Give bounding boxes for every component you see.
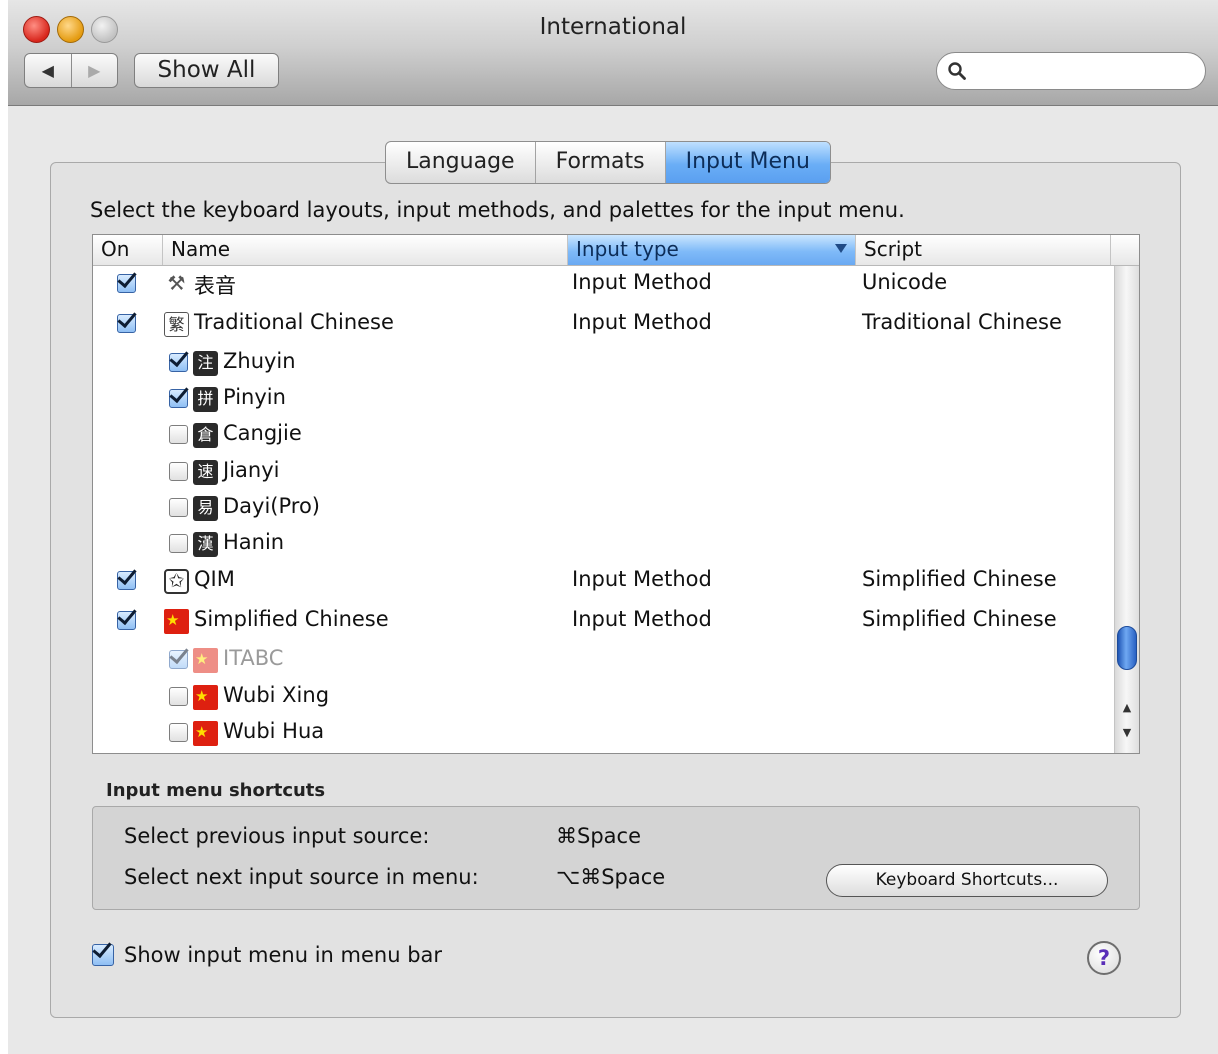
table-row[interactable]: 注 Zhuyin (93, 349, 1113, 385)
china-flag-icon: ★ (164, 609, 189, 634)
shortcuts-group-title: Input menu shortcuts (106, 780, 326, 801)
column-header-name[interactable]: Name (163, 235, 568, 265)
tab-formats[interactable]: Formats (534, 142, 665, 183)
row-name: Zhuyin (223, 349, 296, 373)
row-name: Wubi Xing (223, 683, 330, 707)
scroll-up-arrow[interactable]: ▲ (1115, 697, 1139, 719)
row-name: Simplified Chinese (194, 607, 389, 631)
pinyin-icon: 拼 (193, 387, 218, 412)
instructions-text: Select the keyboard layouts, input metho… (90, 198, 905, 222)
row-enable-checkbox[interactable] (117, 571, 136, 590)
dayi-icon: 易 (193, 496, 218, 521)
row-enable-checkbox[interactable] (117, 314, 136, 333)
row-enable-checkbox[interactable] (169, 723, 188, 742)
wubi-xing-icon: ★ (193, 685, 218, 710)
row-input-type: Input Method (572, 567, 712, 591)
search-icon (948, 62, 966, 80)
row-enable-checkbox[interactable] (169, 687, 188, 706)
row-name: Cangjie (223, 421, 302, 445)
row-script: Traditional Chinese (862, 310, 1062, 334)
previous-source-label: Select previous input source: (124, 824, 430, 848)
table-row[interactable]: 繁 Traditional Chinese Input Method Traditio… (93, 310, 1113, 346)
keyboard-shortcuts-button[interactable]: Keyboard Shortcuts... (826, 864, 1108, 897)
forward-button[interactable]: ▶ (70, 54, 118, 87)
row-script: Simplified Chinese (862, 567, 1057, 591)
table-row[interactable]: ★ ITABC (93, 646, 1113, 682)
vertical-scrollbar[interactable]: ▲ ▼ (1114, 266, 1139, 753)
table-row[interactable]: ★ Wubi Hua (93, 719, 1113, 753)
row-enable-checkbox[interactable] (169, 425, 188, 444)
row-name: QIM (194, 567, 235, 591)
back-button[interactable]: ◀ (25, 54, 71, 87)
column-header-on[interactable]: On (93, 235, 163, 265)
help-button[interactable]: ? (1087, 941, 1121, 975)
table-rows: ⚒ 表音 Input Method Unicode 繁 Traditional Chine… (93, 266, 1113, 753)
tab-language[interactable]: Language (386, 142, 535, 183)
table-row[interactable]: ★ Wubi Xing (93, 683, 1113, 719)
cangjie-icon: 倉 (193, 423, 218, 448)
row-enable-checkbox[interactable] (169, 462, 188, 481)
column-header-input-type-label: Input type (576, 237, 679, 261)
zhuyin-icon: 注 (193, 351, 218, 376)
row-input-type: Input Method (572, 310, 712, 334)
title-bar: International ◀ ▶ Show All (8, 0, 1218, 106)
table-row[interactable]: 速 Jianyi (93, 458, 1113, 494)
jianyi-icon: 速 (193, 460, 218, 485)
row-input-type: Input Method (572, 607, 712, 631)
search-field[interactable] (936, 52, 1206, 90)
row-enable-checkbox (169, 650, 188, 669)
previous-source-shortcut: ⌘Space (556, 824, 641, 848)
show-input-menu-label: Show input menu in menu bar (124, 943, 443, 967)
row-name: Pinyin (223, 385, 286, 409)
qim-icon: ✩ (164, 569, 189, 594)
table-row[interactable]: 易 Dayi(Pro) (93, 494, 1113, 530)
scrollbar-thumb[interactable] (1117, 626, 1137, 670)
row-name: ITABC (223, 646, 284, 670)
wubi-hua-icon: ★ (193, 721, 218, 746)
column-header-script[interactable]: Script (856, 235, 1111, 265)
row-enable-checkbox[interactable] (169, 498, 188, 517)
table-row[interactable]: 倉 Cangjie (93, 421, 1113, 457)
table-header: On Name Input type Script (93, 235, 1139, 266)
sort-descending-icon (835, 244, 847, 253)
row-input-type: Input Method (572, 270, 712, 294)
row-name: Wubi Hua (223, 719, 325, 743)
row-name: Jianyi (223, 458, 280, 482)
hanin-icon: 漢 (193, 532, 218, 557)
row-name: Traditional Chinese (194, 310, 394, 334)
row-script: Unicode (862, 270, 948, 294)
window-title: International (539, 14, 687, 40)
next-source-label: Select next input source in menu: (124, 865, 479, 889)
table-row[interactable]: ★ Simplified Chinese Input Method Simplifie… (93, 607, 1113, 643)
table-row[interactable]: 漢 Hanin (93, 530, 1113, 566)
scroll-down-arrow[interactable]: ▼ (1115, 722, 1139, 744)
preferences-window: International ◀ ▶ Show All Language Forma… (8, 0, 1218, 1054)
tab-input-menu[interactable]: Input Menu (664, 142, 830, 183)
row-enable-checkbox[interactable] (169, 389, 188, 408)
tab-bar: Language Formats Input Menu (385, 141, 831, 184)
search-input[interactable] (975, 59, 1194, 85)
input-sources-table: On Name Input type Script ⚒ 表音 Input Metho… (92, 234, 1140, 754)
row-name: 表音 (194, 274, 236, 298)
row-script: Simplified Chinese (862, 607, 1057, 631)
row-name: Hanin (223, 530, 285, 554)
table-row[interactable]: ✩ QIM Input Method Simplified Chinese (93, 567, 1113, 603)
table-row[interactable]: 拼 Pinyin (93, 385, 1113, 421)
column-header-input-type[interactable]: Input type (568, 235, 856, 265)
row-enable-checkbox[interactable] (169, 353, 188, 372)
show-all-button[interactable]: Show All (134, 53, 279, 88)
show-input-menu-checkbox[interactable] (92, 944, 114, 966)
row-enable-checkbox[interactable] (169, 534, 188, 553)
itabc-icon: ★ (193, 648, 218, 673)
tools-icon: ⚒ (167, 271, 186, 295)
row-enable-checkbox[interactable] (117, 274, 136, 293)
row-name: Dayi(Pro) (223, 494, 321, 518)
navigation-segmented-control: ◀ ▶ (24, 53, 118, 88)
next-source-shortcut: ⌥⌘Space (556, 865, 666, 889)
table-row[interactable]: ⚒ 表音 Input Method Unicode (93, 270, 1113, 306)
row-enable-checkbox[interactable] (117, 611, 136, 630)
traditional-chinese-icon: 繁 (164, 312, 189, 337)
